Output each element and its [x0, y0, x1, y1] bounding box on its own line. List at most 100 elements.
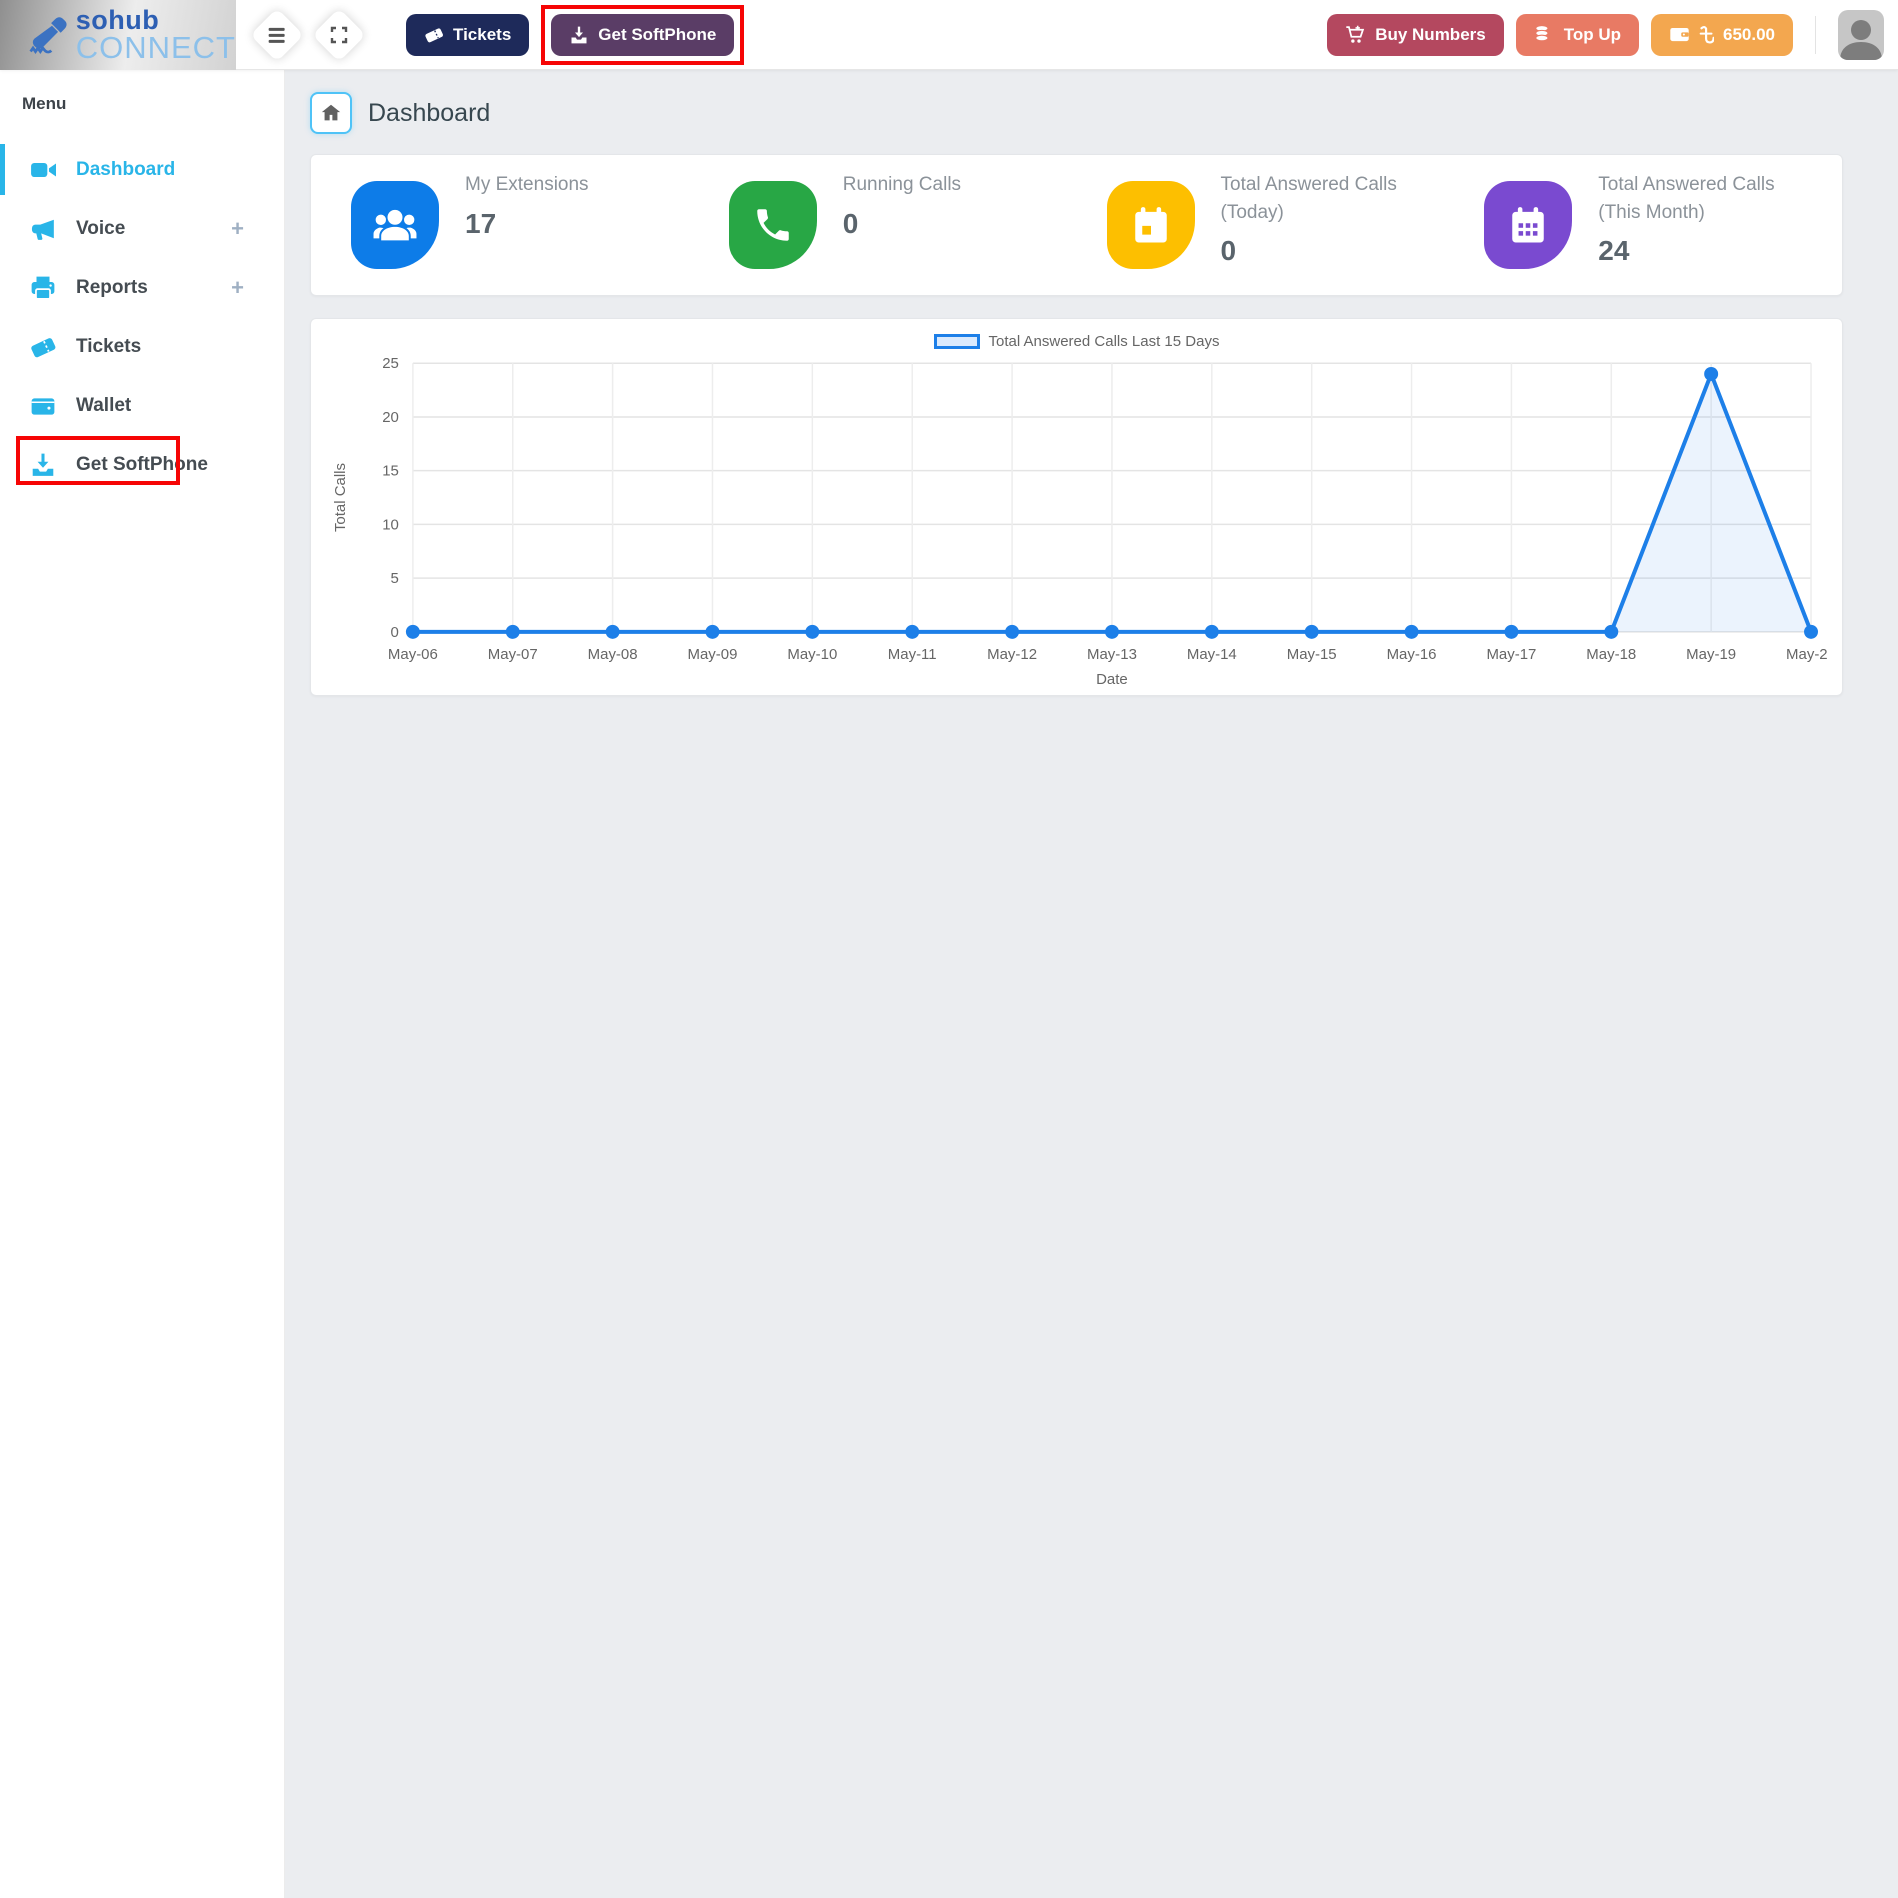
sidebar-item-wallet[interactable]: Wallet: [0, 376, 284, 435]
svg-text:May-14: May-14: [1187, 646, 1237, 663]
ticket-icon: [424, 25, 444, 45]
tickets-button-label: Tickets: [453, 25, 511, 45]
header-get-softphone-button[interactable]: Get SoftPhone: [551, 14, 734, 56]
svg-text:May-11: May-11: [888, 646, 937, 663]
answered-calls-line-chart[interactable]: 0510152025May-06May-07May-08May-09May-10…: [325, 355, 1828, 690]
svg-text:May-06: May-06: [388, 646, 438, 663]
fullscreen-button[interactable]: [312, 8, 366, 62]
svg-text:May-16: May-16: [1387, 646, 1437, 663]
logo-subtitle: CONNECT: [76, 32, 236, 63]
app-shell: Menu Dashboard Voice + Reports +: [0, 70, 1898, 1898]
chart-card: Total Answered Calls Last 15 Days 051015…: [310, 318, 1843, 696]
svg-text:15: 15: [382, 463, 399, 480]
header-toggle-group: [258, 16, 358, 54]
header-right-group: Buy Numbers Top Up 650.00: [1327, 10, 1898, 60]
download-icon: [30, 452, 56, 478]
expand-plus-icon[interactable]: +: [231, 275, 244, 301]
stat-value: 24: [1598, 235, 1774, 267]
get-softphone-button-label: Get SoftPhone: [598, 25, 716, 45]
stat-my-extensions: My Extensions 17: [321, 155, 699, 295]
buy-numbers-label: Buy Numbers: [1375, 25, 1486, 45]
sidebar-item-get-softphone[interactable]: Get SoftPhone: [0, 435, 284, 494]
sidebar-item-reports[interactable]: Reports +: [0, 258, 284, 317]
sidebar-item-label: Wallet: [76, 395, 131, 417]
buy-numbers-button[interactable]: Buy Numbers: [1327, 14, 1504, 56]
page-title: Dashboard: [368, 99, 490, 128]
calendar-month-icon: [1484, 181, 1572, 269]
top-up-button[interactable]: Top Up: [1516, 14, 1639, 56]
stat-label: Total Answered Calls: [1221, 171, 1397, 199]
svg-text:May-10: May-10: [787, 646, 837, 663]
svg-text:May-15: May-15: [1287, 646, 1337, 663]
stat-answered-today: Total Answered Calls (Today) 0: [1077, 155, 1455, 295]
sidebar-toggle-button[interactable]: [250, 8, 304, 62]
calendar-day-icon: [1107, 181, 1195, 269]
stat-value: 17: [465, 208, 589, 240]
svg-text:May-19: May-19: [1686, 646, 1736, 663]
sidebar-item-label: Get SoftPhone: [76, 454, 208, 476]
sidebar-item-voice[interactable]: Voice +: [0, 199, 284, 258]
phone-icon: [729, 181, 817, 269]
main-content: Dashboard My Extensions 17: [285, 70, 1898, 1898]
svg-text:May-09: May-09: [688, 646, 738, 663]
wallet-balance-button[interactable]: 650.00: [1651, 14, 1793, 56]
chart-legend[interactable]: Total Answered Calls Last 15 Days: [325, 329, 1828, 353]
download-icon: [569, 25, 589, 45]
printer-icon: [30, 275, 56, 301]
person-silhouette-icon: [1838, 16, 1884, 60]
sidebar-item-label: Tickets: [76, 336, 141, 358]
sidebar: Menu Dashboard Voice + Reports +: [0, 70, 285, 1898]
svg-text:May-17: May-17: [1486, 646, 1536, 663]
svg-text:0: 0: [391, 624, 399, 641]
stat-label: Total Answered Calls: [1598, 171, 1774, 199]
sidebar-menu-label: Menu: [22, 94, 284, 114]
breadcrumb-home-button[interactable]: [310, 92, 352, 134]
svg-text:25: 25: [382, 355, 399, 372]
stat-value: 0: [1221, 235, 1397, 267]
user-avatar[interactable]: [1838, 10, 1884, 60]
megaphone-icon: [30, 216, 56, 242]
svg-text:May-20: May-20: [1786, 646, 1828, 663]
top-header: sohub CONNECT Tickets: [0, 0, 1898, 70]
dashboard-icon: [30, 157, 56, 183]
svg-text:10: 10: [382, 516, 399, 533]
wallet-icon: [30, 393, 56, 419]
balance-amount: 650.00: [1723, 25, 1775, 45]
top-up-label: Top Up: [1564, 25, 1621, 45]
svg-text:Total Calls: Total Calls: [332, 463, 349, 532]
stat-answered-month: Total Answered Calls (This Month) 24: [1454, 155, 1832, 295]
taka-icon: [1699, 25, 1714, 44]
app-logo[interactable]: sohub CONNECT: [0, 0, 236, 70]
svg-text:May-08: May-08: [588, 646, 638, 663]
stat-running-calls: Running Calls 0: [699, 155, 1077, 295]
users-icon: [351, 181, 439, 269]
wallet-icon: [1669, 24, 1690, 45]
cart-icon: [1345, 24, 1366, 45]
stat-label: My Extensions: [465, 171, 589, 199]
annotation-box-header-softphone: Get SoftPhone: [541, 5, 744, 65]
stats-card: My Extensions 17 Running Calls 0: [310, 154, 1843, 296]
chart-legend-swatch: [934, 334, 980, 349]
svg-text:May-13: May-13: [1087, 646, 1137, 663]
sidebar-item-dashboard[interactable]: Dashboard: [0, 140, 284, 199]
stat-sublabel: (This Month): [1598, 199, 1774, 227]
sidebar-item-label: Voice: [76, 218, 125, 240]
breadcrumb: Dashboard: [310, 92, 1843, 134]
svg-text:20: 20: [382, 409, 399, 426]
header-tickets-button[interactable]: Tickets: [406, 14, 529, 56]
sidebar-item-label: Dashboard: [76, 159, 175, 181]
sidebar-item-tickets[interactable]: Tickets: [0, 317, 284, 376]
svg-text:May-07: May-07: [488, 646, 538, 663]
hamburger-icon: [269, 27, 285, 42]
stat-value: 0: [843, 208, 961, 240]
header-divider: [1815, 16, 1816, 54]
coins-icon: [1534, 24, 1555, 45]
home-icon: [320, 102, 342, 124]
svg-text:Date: Date: [1096, 671, 1128, 688]
chart-legend-label: Total Answered Calls Last 15 Days: [989, 333, 1220, 350]
fullscreen-icon: [330, 26, 348, 44]
ticket-icon: [30, 334, 56, 360]
stat-label: Running Calls: [843, 171, 961, 199]
expand-plus-icon[interactable]: +: [231, 216, 244, 242]
svg-text:May-18: May-18: [1586, 646, 1636, 663]
